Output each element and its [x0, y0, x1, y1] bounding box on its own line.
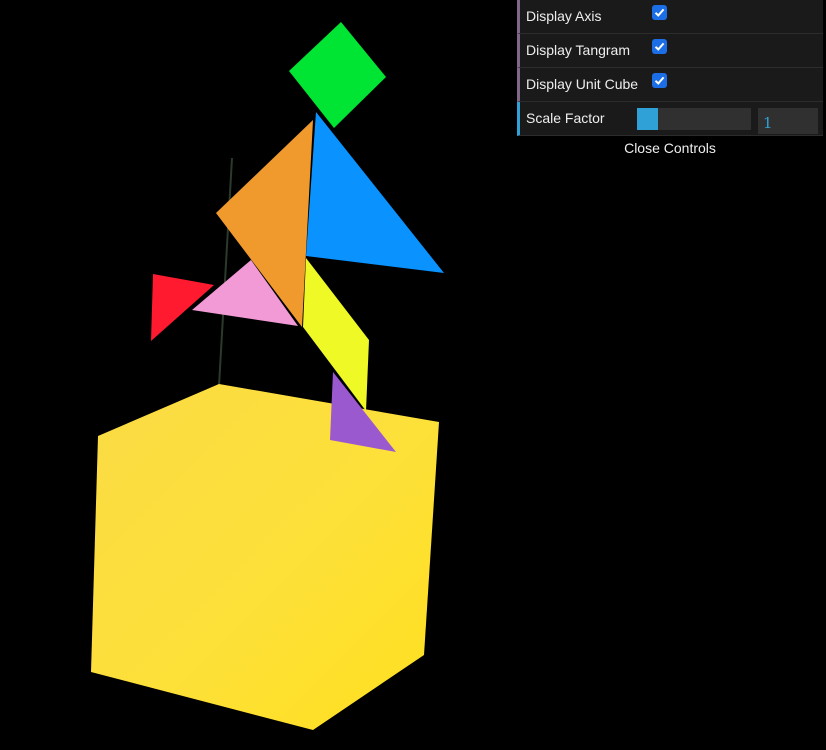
display-tangram-checkbox[interactable] — [652, 39, 667, 54]
display-unit-cube-checkbox[interactable] — [652, 73, 667, 88]
scale-factor-input[interactable]: 1 — [758, 108, 818, 134]
tangram-blue-triangle — [306, 112, 444, 273]
checkmark-icon — [654, 8, 665, 17]
scale-factor-slider-fill — [637, 108, 658, 130]
close-controls-button[interactable]: Close Controls — [517, 136, 823, 161]
tangram-green-square — [289, 22, 386, 128]
display-axis-row[interactable]: Display Axis — [517, 0, 823, 34]
display-axis-checkbox[interactable] — [652, 5, 667, 20]
display-unit-cube-label: Display Unit Cube — [526, 76, 639, 92]
y-axis-line — [218, 157, 233, 387]
scale-factor-label: Scale Factor — [526, 110, 605, 126]
unit-cube — [91, 384, 439, 730]
scale-factor-slider[interactable] — [637, 108, 751, 130]
display-axis-label: Display Axis — [526, 8, 602, 24]
controls-panel: Display Axis Display Tangram Display Uni… — [517, 0, 823, 161]
display-tangram-row[interactable]: Display Tangram — [517, 34, 823, 68]
checkmark-icon — [654, 42, 665, 51]
display-tangram-label: Display Tangram — [526, 42, 631, 58]
checkmark-icon — [654, 76, 665, 85]
scale-factor-row: Scale Factor 1 — [517, 102, 823, 136]
display-unit-cube-row[interactable]: Display Unit Cube — [517, 68, 823, 102]
